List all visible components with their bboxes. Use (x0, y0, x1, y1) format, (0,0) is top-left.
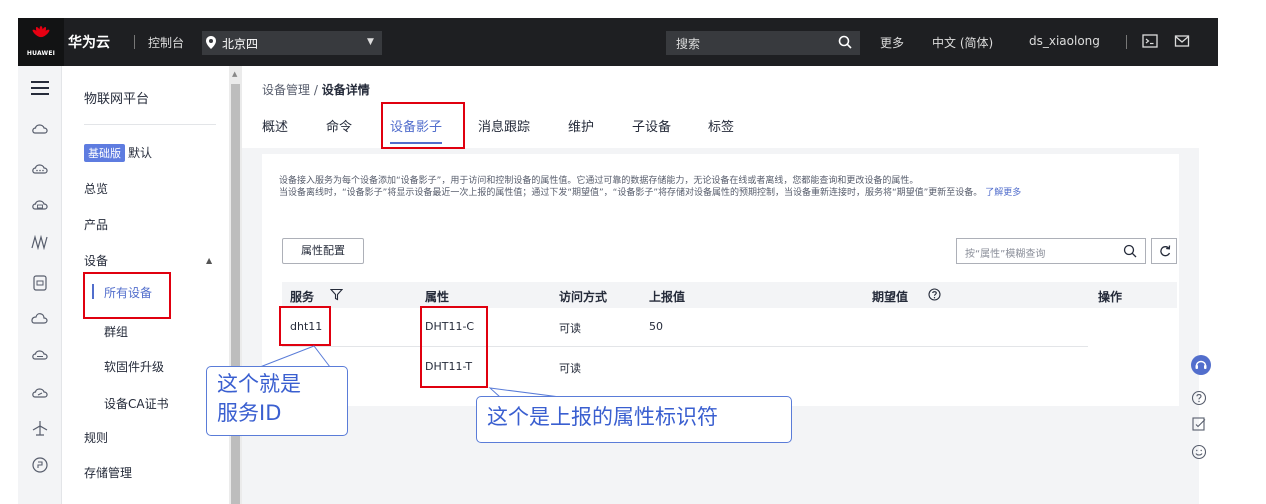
annotation-text: 服务ID (217, 401, 282, 425)
annotation-property-id: 这个是上报的属性标识符 (476, 396, 792, 443)
annotation-service-id: 这个就是 服务ID (206, 366, 348, 436)
annotation-text: 这个就是 (217, 372, 301, 396)
